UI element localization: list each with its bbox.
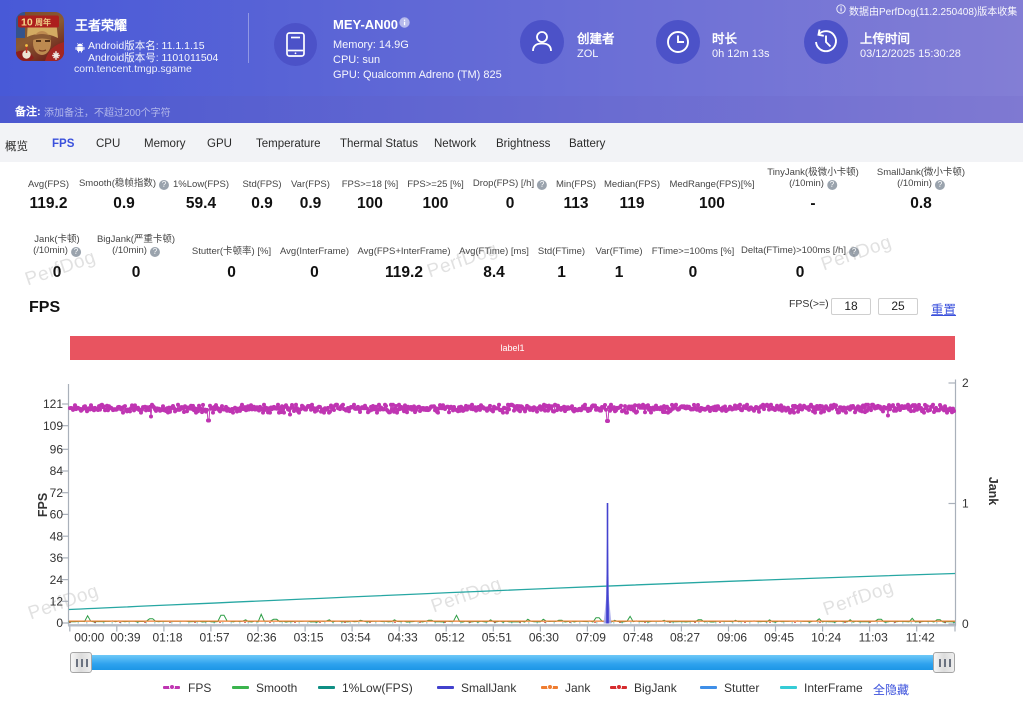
svg-text:96: 96	[50, 443, 64, 457]
svg-text:03:54: 03:54	[341, 631, 371, 645]
svg-text:11:03: 11:03	[859, 631, 888, 645]
svg-text:2: 2	[962, 376, 969, 390]
svg-text:08:27: 08:27	[670, 631, 700, 645]
svg-text:0: 0	[962, 617, 969, 631]
svg-text:01:18: 01:18	[152, 631, 182, 645]
svg-text:109: 109	[43, 419, 63, 433]
svg-text:FPS: FPS	[36, 493, 50, 517]
svg-text:1: 1	[962, 497, 969, 511]
svg-text:Jank: Jank	[986, 477, 1000, 506]
svg-text:周年: 周年	[35, 17, 51, 27]
svg-text:09:45: 09:45	[764, 631, 794, 645]
svg-text:02:36: 02:36	[247, 631, 277, 645]
svg-text:05:51: 05:51	[482, 631, 512, 645]
svg-text:00:39: 00:39	[110, 631, 140, 645]
svg-text:05:12: 05:12	[435, 631, 465, 645]
svg-text:04:33: 04:33	[388, 631, 418, 645]
svg-text:48: 48	[50, 529, 64, 543]
svg-text:36: 36	[50, 551, 64, 565]
svg-text:60: 60	[50, 508, 64, 522]
svg-text:07:09: 07:09	[576, 631, 606, 645]
svg-text:84: 84	[50, 464, 64, 478]
svg-text:121: 121	[43, 397, 63, 411]
svg-text:06:30: 06:30	[529, 631, 559, 645]
svg-text:72: 72	[50, 486, 64, 500]
svg-text:03:15: 03:15	[294, 631, 324, 645]
svg-text:12: 12	[50, 595, 64, 609]
svg-text:10:24: 10:24	[811, 631, 841, 645]
svg-text:0: 0	[56, 616, 63, 630]
svg-text:11:42: 11:42	[906, 631, 935, 645]
svg-text:00:00: 00:00	[74, 631, 104, 645]
svg-text:09:06: 09:06	[717, 631, 747, 645]
svg-text:01:57: 01:57	[199, 631, 229, 645]
svg-text:24: 24	[50, 573, 64, 587]
svg-text:07:48: 07:48	[623, 631, 653, 645]
svg-text:10: 10	[21, 17, 33, 29]
